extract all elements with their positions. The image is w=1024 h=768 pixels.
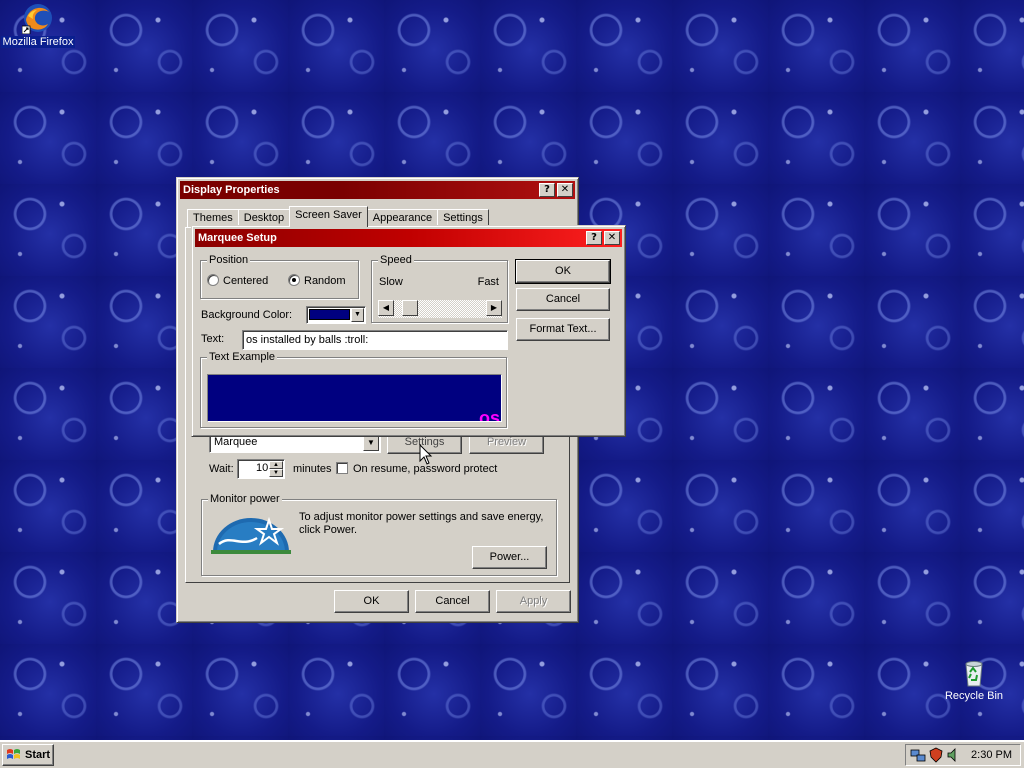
marquee-preview: os	[207, 374, 502, 422]
speed-scrollbar[interactable]: ◀ ▶	[378, 300, 502, 318]
wait-spinner[interactable]: 10 ▲ ▼	[237, 459, 285, 479]
scroll-left-button[interactable]: ◀	[378, 300, 394, 316]
marquee-text-input[interactable]: os installed by balls :troll:	[242, 330, 508, 350]
help-button[interactable]: ?	[539, 183, 555, 197]
ok-button[interactable]: OK	[334, 590, 409, 613]
firefox-icon	[22, 4, 52, 34]
marquee-text-value: os installed by balls :troll:	[246, 334, 369, 346]
marquee-setup-dialog: Marquee Setup ? ✕ Position Centered Rand…	[191, 225, 626, 437]
screensaver-select-value: Marquee	[214, 436, 258, 448]
close-button[interactable]: ✕	[557, 183, 573, 197]
window-title: Display Properties	[183, 184, 280, 196]
background-color-picker[interactable]: ▼	[306, 306, 366, 324]
clock[interactable]: 2:30 PM	[971, 749, 1020, 761]
radio-circle[interactable]	[288, 274, 300, 286]
text-example-legend: Text Example	[207, 351, 278, 363]
cancel-button[interactable]: Cancel	[415, 590, 490, 613]
monitor-power-legend: Monitor power	[208, 493, 282, 505]
taskbar: Start 2:30 PM	[0, 740, 1024, 768]
dialog-title: Marquee Setup	[198, 232, 277, 244]
text-example-group: Text Example os	[200, 351, 507, 428]
spinner-up-button[interactable]: ▲	[269, 461, 283, 469]
chevron-down-icon[interactable]: ▼	[351, 308, 364, 322]
speed-group: Speed Slow Fast ◀ ▶	[371, 254, 508, 323]
radio-circle[interactable]	[207, 274, 219, 286]
desktop-icon-label: Recycle Bin	[944, 690, 1004, 702]
desktop-icon-firefox[interactable]: Mozilla Firefox	[0, 2, 76, 48]
position-group: Position Centered Random	[200, 254, 359, 299]
color-swatch	[309, 309, 350, 320]
position-legend: Position	[207, 254, 251, 266]
wait-label: Wait:	[209, 463, 234, 475]
energy-star-logo	[211, 516, 291, 554]
help-button[interactable]: ?	[586, 231, 602, 245]
centered-radio[interactable]: Centered	[207, 274, 268, 287]
resume-password-checkbox[interactable]: On resume, password protect	[336, 462, 497, 475]
fast-label: Fast	[477, 276, 499, 288]
system-tray: 2:30 PM	[905, 744, 1021, 766]
start-button[interactable]: Start	[2, 744, 54, 766]
marquee-setup-titlebar[interactable]: Marquee Setup ? ✕	[195, 229, 622, 247]
slow-label: Slow	[379, 276, 403, 288]
apply-button[interactable]: Apply	[496, 590, 571, 613]
tab-screen-saver[interactable]: Screen Saver	[289, 206, 368, 227]
monitor-power-text: To adjust monitor power settings and sav…	[299, 511, 544, 536]
speaker-icon[interactable]	[946, 747, 962, 763]
checkbox-box[interactable]	[336, 462, 348, 474]
scroll-right-button[interactable]: ▶	[486, 300, 502, 316]
cancel-button[interactable]: Cancel	[516, 288, 610, 311]
format-text-button[interactable]: Format Text...	[516, 318, 610, 341]
mouse-cursor-icon	[419, 444, 433, 465]
speed-legend: Speed	[378, 254, 414, 266]
monitor-power-group: Monitor power To adjust monitor power se…	[201, 493, 557, 576]
desktop-icon-label: Mozilla Firefox	[0, 36, 76, 48]
minutes-label: minutes	[293, 463, 332, 475]
power-button[interactable]: Power...	[472, 546, 547, 569]
chevron-down-icon[interactable]: ▼	[363, 435, 379, 451]
recycle-bin-icon	[965, 661, 983, 687]
background-color-label: Background Color:	[201, 309, 293, 321]
network-icon[interactable]	[910, 747, 926, 763]
close-button[interactable]: ✕	[604, 231, 620, 245]
windows-logo-icon	[7, 749, 20, 759]
wait-value: 10	[256, 462, 269, 474]
desktop-icon-recycle-bin[interactable]: Recycle Bin	[936, 656, 1012, 702]
random-radio[interactable]: Random	[288, 274, 346, 287]
preview-text: os	[479, 408, 501, 422]
text-label: Text:	[201, 333, 225, 345]
centered-label: Centered	[223, 275, 269, 287]
ok-button[interactable]: OK	[515, 259, 611, 284]
start-label: Start	[25, 749, 51, 761]
shield-icon[interactable]	[928, 747, 944, 763]
spinner-down-button[interactable]: ▼	[269, 469, 283, 477]
speed-slider-thumb[interactable]	[402, 300, 418, 316]
display-properties-titlebar[interactable]: Display Properties ? ✕	[180, 181, 575, 199]
random-label: Random	[304, 275, 346, 287]
